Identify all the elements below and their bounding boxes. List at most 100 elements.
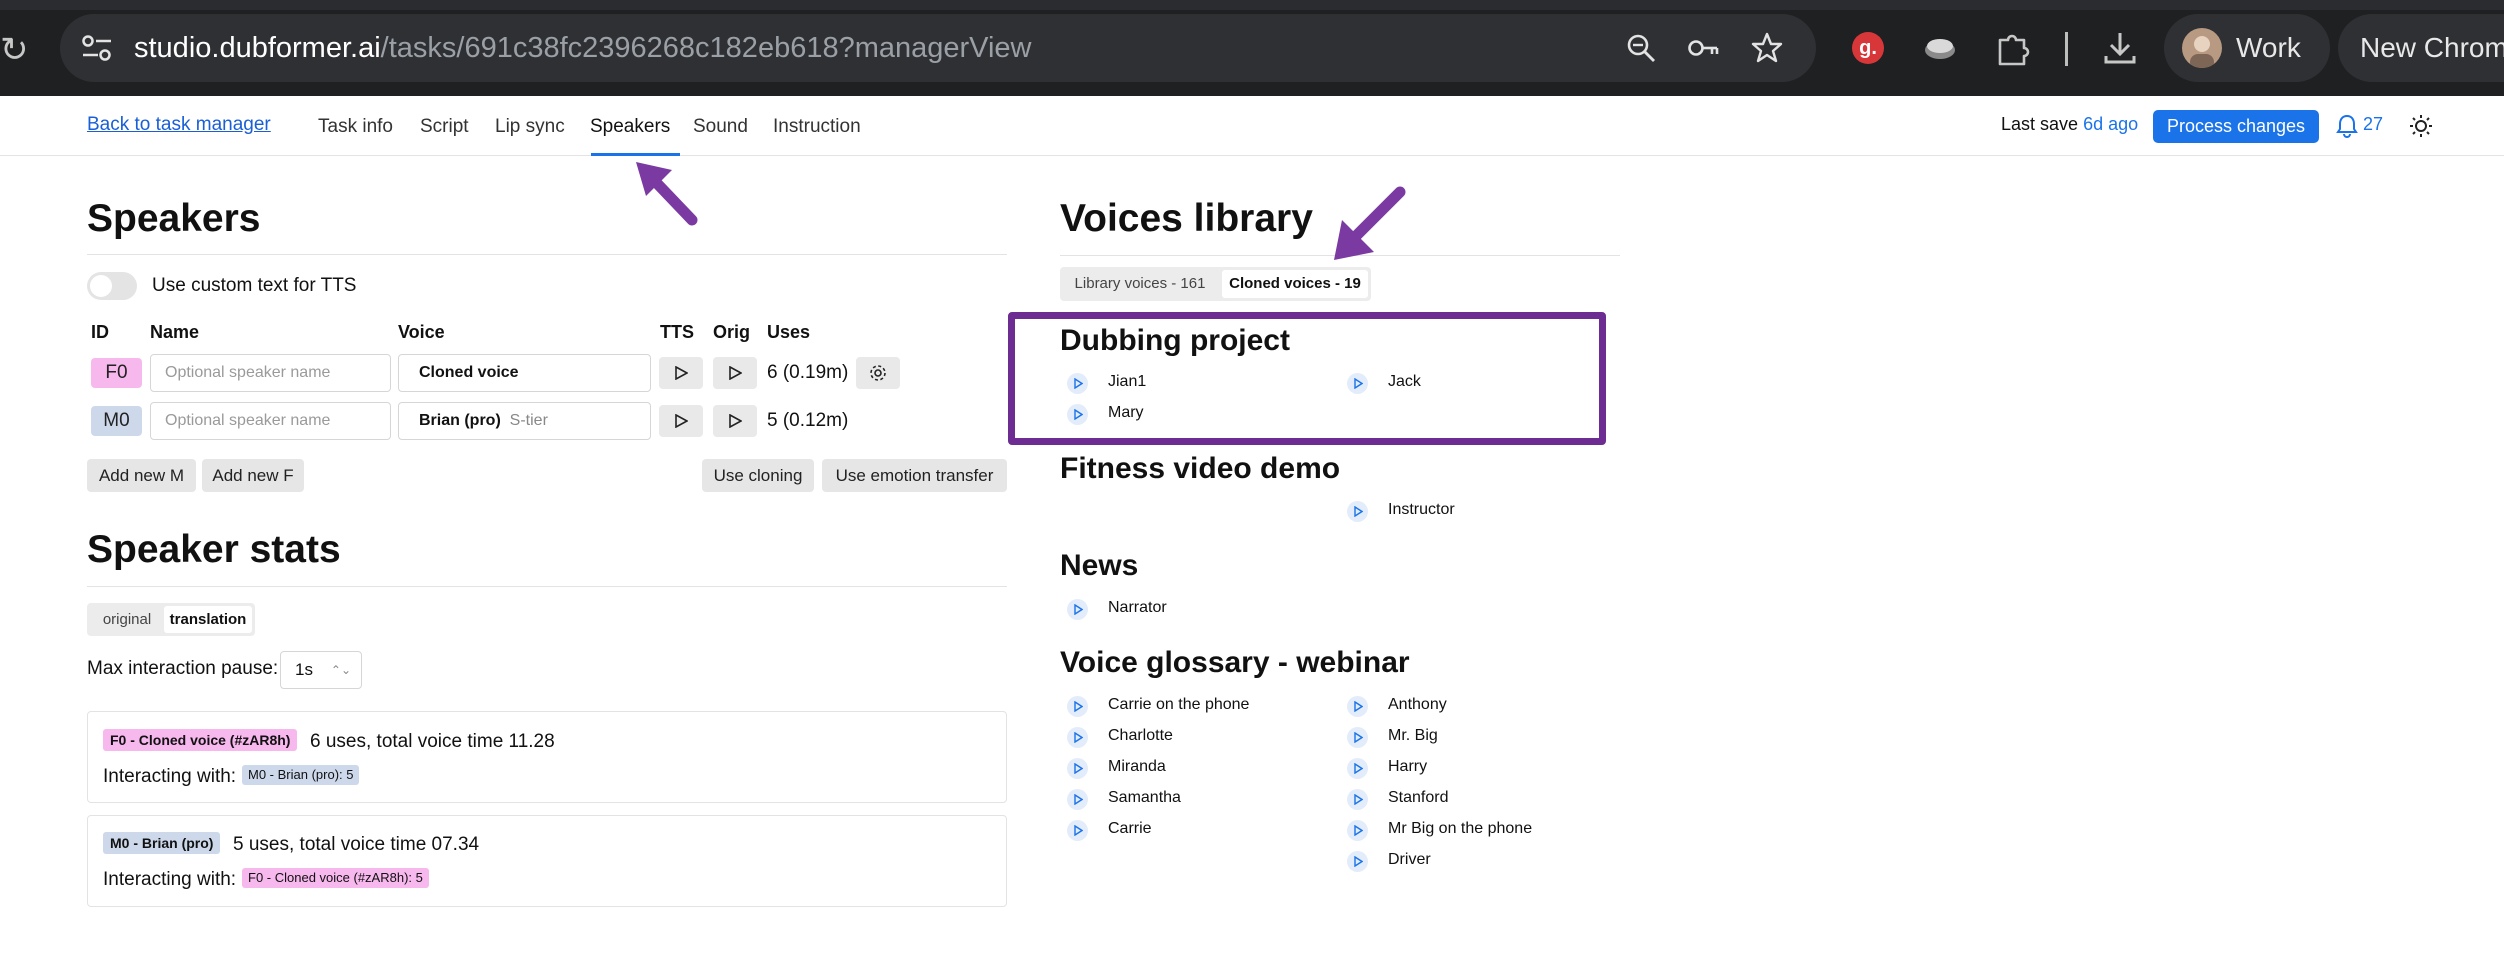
play-icon (1067, 696, 1088, 717)
voice-label: Harry (1388, 758, 1428, 775)
speaker-name-input[interactable]: Optional speaker name (150, 354, 391, 392)
download-icon[interactable] (2100, 28, 2140, 68)
tab-original[interactable]: original (90, 606, 164, 633)
tab-cloned-voices[interactable]: Cloned voices - 19 (1222, 270, 1368, 298)
play-icon (1347, 501, 1368, 522)
voice-label: Stanford (1388, 789, 1449, 806)
col-voice: Voice (398, 322, 445, 342)
interacting-label: Interacting with: (103, 766, 237, 787)
tab-script[interactable]: Script (420, 116, 469, 138)
orig-play-button[interactable] (713, 405, 757, 437)
play-icon (1067, 820, 1088, 841)
tts-play-button[interactable] (659, 357, 703, 389)
play-icon (1067, 727, 1088, 748)
tab-task-info[interactable]: Task info (318, 116, 393, 138)
tab-instruction[interactable]: Instruction (773, 116, 861, 138)
voice-label: Mr. Big (1388, 727, 1438, 744)
play-icon (729, 366, 742, 380)
new-window-button[interactable]: New Chrome (2338, 14, 2504, 82)
play-icon (729, 414, 742, 428)
use-cloning-button[interactable]: Use cloning (702, 459, 814, 492)
interacting-label: Interacting with: (103, 869, 237, 890)
play-icon (1347, 789, 1368, 810)
speakers-title: Speakers (87, 197, 261, 240)
speaker-stats-title: Speaker stats (87, 528, 341, 571)
group-title: Voice glossary - webinar (1060, 646, 1410, 679)
address-bar[interactable]: studio.dubformer.ai/tasks/691c38fc239626… (60, 14, 1816, 82)
voice-label: Driver (1388, 851, 1431, 868)
divider (87, 586, 1007, 587)
pause-label: Max interaction pause: (87, 658, 279, 679)
key-icon[interactable] (1686, 31, 1720, 65)
annotation-highlight-box (1008, 312, 1606, 445)
voice-label: Narrator (1108, 599, 1167, 616)
notification-count[interactable]: 27 (2363, 114, 2383, 135)
col-tts: TTS (660, 322, 694, 342)
voice-label: Anthony (1388, 696, 1447, 713)
puzzle-icon[interactable] (1992, 28, 2032, 68)
theme-icon[interactable] (2409, 114, 2433, 138)
last-save-status: Last save 6d ago (2001, 114, 2138, 135)
voice-name: Brian (pro) (419, 412, 501, 429)
speaker-name-input[interactable]: Optional speaker name (150, 402, 391, 440)
app-nav: Back to task manager Task info Script Li… (0, 96, 2504, 156)
profile-button[interactable]: Work (2164, 14, 2330, 82)
play-icon (1347, 696, 1368, 717)
zoom-icon[interactable] (1624, 31, 1658, 65)
group-title: News (1060, 549, 1139, 582)
tab-library-voices[interactable]: Library voices - 161 (1063, 270, 1217, 298)
annotation-arrow-icon (1334, 186, 1406, 260)
library-switch: Library voices - 161 Cloned voices - 19 (1060, 267, 1371, 301)
last-save-ago: 6d ago (2083, 114, 2139, 134)
grammarly-icon[interactable]: g. (1848, 28, 1888, 68)
speaker-badge: M0 - Brian (pro) (103, 832, 221, 854)
tab-sound[interactable]: Sound (693, 116, 748, 138)
voice-select[interactable]: Brian (pro) S-tier (398, 402, 651, 440)
tts-play-button[interactable] (659, 405, 703, 437)
select-caret-icon: ⌃⌄ (330, 663, 351, 677)
stat-card: F0 - Cloned voice (#zAR8h) 6 uses, total… (87, 711, 1007, 803)
tune-icon[interactable] (80, 32, 114, 64)
play-icon (1347, 758, 1368, 779)
group-title: Fitness video demo (1060, 452, 1341, 485)
browser-toolbar: ↻ studio.dubformer.ai/tasks/691c38fc2396… (0, 0, 2504, 96)
voice-label: Miranda (1108, 758, 1166, 775)
new-window-label: New Chrome (2360, 32, 2504, 63)
add-new-f-button[interactable]: Add new F (202, 459, 304, 492)
add-new-m-button[interactable]: Add new M (87, 459, 196, 492)
voice-select[interactable]: Cloned voice (398, 354, 651, 392)
col-uses: Uses (767, 322, 811, 342)
star-icon[interactable] (1750, 31, 1784, 65)
tab-lip-sync[interactable]: Lip sync (495, 116, 565, 138)
speaker-id-badge: F0 (91, 358, 142, 388)
toolbar-divider (2065, 32, 2068, 66)
pause-value: 1s (295, 660, 313, 679)
play-icon (1347, 727, 1368, 748)
voice-label: Carrie on the phone (1108, 696, 1250, 713)
play-icon (1347, 851, 1368, 872)
voice-label: Carrie (1108, 820, 1152, 837)
orig-play-button[interactable] (713, 357, 757, 389)
tab-speakers[interactable]: Speakers (590, 116, 670, 138)
custom-tts-label: Use custom text for TTS (152, 275, 357, 296)
last-save-label: Last save (2001, 114, 2079, 134)
annotation-arrow-icon (636, 162, 698, 226)
voice-label: Instructor (1388, 501, 1455, 518)
col-orig: Orig (713, 322, 751, 342)
pause-select[interactable]: 1s ⌃⌄ (280, 651, 362, 689)
voice-label: Samantha (1108, 789, 1181, 806)
extension-icon[interactable] (1920, 28, 1960, 68)
voice-name: Cloned voice (419, 364, 519, 381)
tab-translation[interactable]: translation (164, 606, 252, 633)
active-tab-indicator (591, 153, 680, 156)
custom-tts-toggle[interactable] (87, 272, 137, 300)
reload-icon[interactable]: ↻ (0, 30, 29, 70)
url-text[interactable]: studio.dubformer.ai/tasks/691c38fc239626… (134, 14, 1032, 82)
use-emotion-transfer-button[interactable]: Use emotion transfer (822, 459, 1007, 492)
bell-icon[interactable] (2336, 114, 2358, 138)
voice-settings-button[interactable] (856, 357, 900, 389)
svg-text:g.: g. (1859, 37, 1877, 59)
col-name: Name (150, 322, 200, 342)
back-to-task-manager-link[interactable]: Back to task manager (87, 114, 271, 136)
process-changes-button[interactable]: Process changes (2153, 110, 2319, 143)
